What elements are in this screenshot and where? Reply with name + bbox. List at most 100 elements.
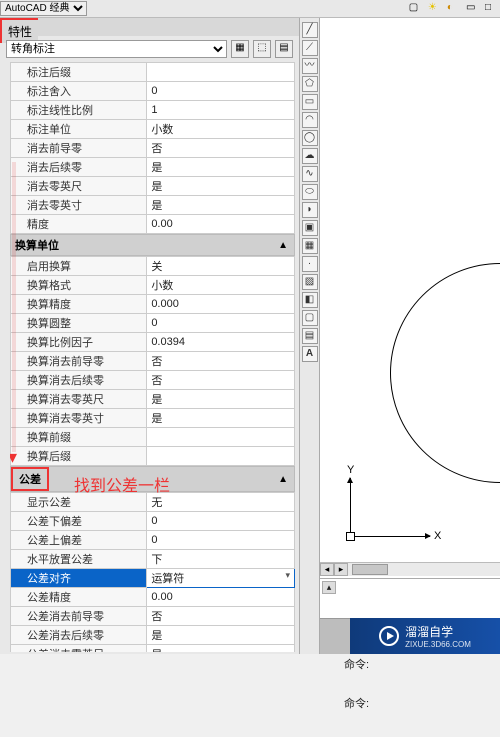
cmd-prompt[interactable]: 命令: [344, 698, 496, 711]
property-value[interactable]: 1 [147, 101, 295, 120]
property-value[interactable] [147, 447, 295, 466]
scroll-left2-button[interactable]: ▸ [334, 563, 348, 576]
property-value[interactable]: 否 [147, 371, 295, 390]
property-row[interactable]: 标注后缀 [11, 63, 295, 82]
property-row[interactable]: 公差精度0.00 [11, 588, 295, 607]
property-value[interactable]: 0.00 [147, 588, 295, 607]
alt-units-header[interactable]: 换算单位▲ [10, 234, 295, 256]
property-row[interactable]: 换算前缀 [11, 428, 295, 447]
tolerance-header[interactable]: 公差 ▲ [10, 466, 295, 492]
quick-select-button[interactable]: ▦ [231, 40, 249, 58]
property-value[interactable] [147, 63, 295, 82]
polyline-icon[interactable]: 〰 [302, 58, 318, 74]
point-icon[interactable]: · [302, 256, 318, 272]
mtext-icon[interactable]: A [302, 346, 318, 362]
color-icon[interactable]: □ [485, 2, 499, 16]
xline-icon[interactable]: ⟋ [302, 40, 318, 56]
property-value[interactable]: 运算符▾ [147, 569, 295, 588]
property-value[interactable]: 是 [147, 177, 295, 196]
property-row[interactable]: 换算消去零英尺是 [11, 390, 295, 409]
property-row[interactable]: 换算比例因子0.0394 [11, 333, 295, 352]
property-row[interactable]: 消去前导零否 [11, 139, 295, 158]
property-value[interactable]: 0 [147, 531, 295, 550]
property-value[interactable]: 无 [147, 493, 295, 512]
lock-icon[interactable]: ▭ [466, 2, 480, 16]
property-row[interactable]: 公差消去后续零是 [11, 626, 295, 645]
drawn-circle[interactable] [390, 263, 500, 483]
property-row[interactable]: 换算后缀 [11, 447, 295, 466]
property-row[interactable]: 换算格式小数 [11, 276, 295, 295]
property-row[interactable]: 标注单位小数 [11, 120, 295, 139]
property-row[interactable]: 公差下偏差0 [11, 512, 295, 531]
revcloud-icon[interactable]: ☁ [302, 148, 318, 164]
property-row[interactable]: 公差消去前导零否 [11, 607, 295, 626]
property-value[interactable]: 0 [147, 512, 295, 531]
property-row[interactable]: 显示公差无 [11, 493, 295, 512]
dropdown-icon[interactable]: ▾ [285, 570, 290, 581]
property-value[interactable]: 0.00 [147, 215, 295, 234]
property-row[interactable]: 换算圆整0 [11, 314, 295, 333]
ellipse-arc-icon[interactable]: ◗ [302, 202, 318, 218]
property-value[interactable]: 下 [147, 550, 295, 569]
property-row[interactable]: 换算精度0.000 [11, 295, 295, 314]
property-row[interactable]: 消去后续零是 [11, 158, 295, 177]
property-value[interactable]: 否 [147, 139, 295, 158]
layer-icon[interactable]: ▢ [409, 2, 423, 16]
property-value[interactable]: 是 [147, 158, 295, 177]
property-value[interactable]: 是 [147, 409, 295, 428]
property-row[interactable]: 精度0.00 [11, 215, 295, 234]
property-row[interactable]: 标注舍入0 [11, 82, 295, 101]
bulb-icon[interactable]: ◐ [447, 2, 461, 16]
property-row[interactable]: 公差消去零英尺是 [11, 645, 295, 653]
spline-icon[interactable]: ∿ [302, 166, 318, 182]
property-value[interactable]: 关 [147, 257, 295, 276]
polygon-icon[interactable]: ⬠ [302, 76, 318, 92]
property-value[interactable]: 是 [147, 626, 295, 645]
property-value[interactable]: 否 [147, 607, 295, 626]
h-scrollbar[interactable]: ◂ ▸ [320, 562, 500, 576]
line-icon[interactable]: ╱ [302, 22, 318, 38]
pick-button[interactable]: ⬚ [253, 40, 271, 58]
property-value[interactable]: 小数 [147, 120, 295, 139]
block-icon[interactable]: ▦ [302, 238, 318, 254]
object-type-select[interactable]: 转角标注 [6, 40, 227, 58]
property-value[interactable]: 是 [147, 196, 295, 215]
sun-icon[interactable]: ☀ [428, 2, 442, 16]
properties-grid[interactable]: ▾ 找到公差一栏 标注后缀标注舍入0标注线性比例1标注单位小数消去前导零否消去后… [10, 62, 295, 652]
property-row[interactable]: 消去零英尺是 [11, 177, 295, 196]
property-value[interactable]: 0 [147, 82, 295, 101]
workspace-select[interactable]: AutoCAD 经典 [0, 1, 87, 16]
property-row[interactable]: 水平放置公差下 [11, 550, 295, 569]
region-icon[interactable]: ▢ [302, 310, 318, 326]
property-row[interactable]: 公差对齐运算符▾ [11, 569, 295, 588]
property-row[interactable]: 公差上偏差0 [11, 531, 295, 550]
property-value[interactable]: 是 [147, 390, 295, 409]
property-row[interactable]: 消去零英寸是 [11, 196, 295, 215]
arc-icon[interactable]: ◠ [302, 112, 318, 128]
property-row[interactable]: 启用换算关 [11, 257, 295, 276]
ellipse-icon[interactable]: ⬭ [302, 184, 318, 200]
drawing-canvas[interactable]: X Y ◂ ▸ ▴ 命令: 命令: 命令: 溜溜自学 ZIXUE.3D66.CO… [320, 18, 500, 654]
circle-icon[interactable]: ◯ [302, 130, 318, 146]
property-value[interactable]: 0 [147, 314, 295, 333]
toggle-button[interactable]: ▤ [275, 40, 293, 58]
property-value[interactable]: 否 [147, 352, 295, 371]
property-row[interactable]: 换算消去前导零否 [11, 352, 295, 371]
property-row[interactable]: 换算消去零英寸是 [11, 409, 295, 428]
property-row[interactable]: 标注线性比例1 [11, 101, 295, 120]
rectangle-icon[interactable]: ▭ [302, 94, 318, 110]
property-value[interactable]: 小数 [147, 276, 295, 295]
property-value[interactable]: 是 [147, 645, 295, 653]
insert-icon[interactable]: ▣ [302, 220, 318, 236]
gradient-icon[interactable]: ◧ [302, 292, 318, 308]
command-line[interactable]: ▴ 命令: 命令: 命令: [320, 578, 500, 618]
property-value[interactable]: 0.000 [147, 295, 295, 314]
scroll-thumb[interactable] [352, 564, 388, 575]
scroll-left-button[interactable]: ◂ [320, 563, 334, 576]
table-icon[interactable]: ▤ [302, 328, 318, 344]
cmd-history-button[interactable]: ▴ [322, 581, 336, 594]
property-value[interactable]: 0.0394 [147, 333, 295, 352]
property-row[interactable]: 换算消去后续零否 [11, 371, 295, 390]
property-value[interactable] [147, 428, 295, 447]
hatch-icon[interactable]: ▨ [302, 274, 318, 290]
